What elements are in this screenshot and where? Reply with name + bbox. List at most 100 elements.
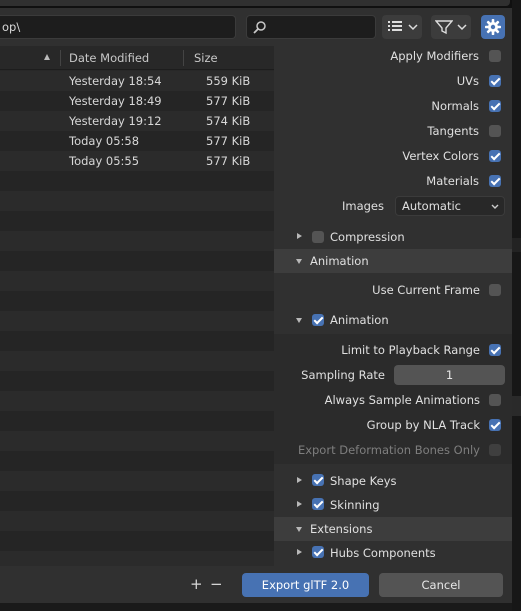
decrement-button[interactable]: − [210, 575, 223, 593]
file-date: Yesterday 18:54 [69, 74, 162, 88]
empty-row [0, 171, 274, 191]
empty-row [0, 211, 274, 231]
increment-button[interactable]: + [190, 575, 203, 593]
vertex-colors-label: Vertex Colors [402, 149, 479, 163]
expand-arrow-icon[interactable] [297, 233, 302, 239]
column-divider[interactable] [60, 50, 61, 66]
animation-label: Animation [330, 313, 389, 327]
file-size: 577 KiB [206, 94, 251, 108]
file-date: Yesterday 18:49 [69, 94, 162, 108]
compression-label: Compression [330, 230, 405, 244]
shape-keys-label: Shape Keys [330, 474, 397, 488]
export-gltf-button[interactable]: Export glTF 2.0 [242, 573, 369, 597]
collapse-arrow-icon[interactable] [296, 318, 302, 323]
table-row[interactable]: Yesterday 18:49 577 KiB [0, 91, 274, 111]
expand-arrow-icon[interactable] [297, 501, 302, 507]
sampling-rate-label: Sampling Rate [301, 368, 385, 382]
table-row[interactable]: Yesterday 18:54 559 KiB [0, 71, 274, 91]
group-nla-label: Group by NLA Track [366, 418, 480, 432]
search-input[interactable] [246, 15, 376, 39]
file-size: 577 KiB [206, 134, 251, 148]
images-label: Images [341, 199, 384, 213]
compression-checkbox[interactable] [312, 231, 324, 243]
side-artifact [511, 238, 521, 252]
empty-row [0, 371, 274, 391]
file-browser-footer: + − Export glTF 2.0 Cancel [0, 566, 512, 603]
materials-label: Materials [426, 174, 479, 188]
apply-modifiers-checkbox[interactable] [489, 50, 501, 62]
directory-path-field[interactable]: op\ [0, 15, 236, 39]
table-row[interactable]: Yesterday 19:12 574 KiB [0, 111, 274, 131]
use-current-frame-label: Use Current Frame [372, 283, 480, 297]
empty-row [0, 251, 274, 271]
tangents-checkbox[interactable] [489, 125, 501, 137]
export-deform-checkbox [489, 444, 501, 456]
uvs-label: UVs [456, 74, 479, 88]
cancel-button[interactable]: Cancel [379, 573, 503, 597]
skinning-checkbox[interactable] [312, 498, 324, 510]
empty-row [0, 311, 274, 331]
chevron-down-icon [457, 24, 467, 31]
empty-row [0, 351, 274, 371]
empty-row [0, 491, 274, 511]
column-date-modified[interactable]: Date Modified [69, 51, 149, 65]
animation-checkbox[interactable] [312, 314, 324, 326]
file-rows: Yesterday 18:54 559 KiB Yesterday 18:49 57… [0, 71, 274, 566]
file-size: 559 KiB [206, 74, 251, 88]
empty-row [0, 291, 274, 311]
always-sample-checkbox[interactable] [489, 394, 501, 406]
empty-row [0, 531, 274, 551]
sampling-rate-field[interactable]: 1 [394, 365, 505, 385]
empty-row [0, 451, 274, 471]
table-row[interactable]: Today 05:55 577 KiB [0, 151, 274, 171]
hubs-components-checkbox[interactable] [312, 546, 324, 558]
vertex-colors-checkbox[interactable] [489, 150, 501, 162]
window-bottom-strip [0, 603, 512, 611]
empty-row [0, 391, 274, 411]
use-current-frame-checkbox[interactable] [489, 284, 501, 296]
filter-funnel-icon [435, 20, 453, 35]
collapse-arrow-icon [296, 259, 302, 264]
chevron-down-icon [491, 204, 499, 209]
apply-modifiers-label: Apply Modifiers [390, 49, 479, 63]
chevron-down-icon [408, 24, 418, 31]
empty-row [0, 471, 274, 491]
always-sample-label: Always Sample Animations [324, 393, 480, 407]
sort-ascending-icon[interactable] [44, 54, 50, 60]
normals-checkbox[interactable] [489, 100, 501, 112]
extensions-section-header[interactable]: Extensions [274, 517, 512, 541]
window-right-edge [512, 0, 521, 611]
column-size[interactable]: Size [194, 51, 218, 65]
empty-row [0, 511, 274, 531]
animation-section-title: Animation [310, 254, 369, 268]
settings-toggle-button[interactable] [481, 15, 505, 39]
limit-playback-label: Limit to Playback Range [341, 343, 480, 357]
empty-row [0, 431, 274, 451]
file-list-header: Date Modified Size [0, 46, 274, 70]
empty-row [0, 191, 274, 211]
column-divider[interactable] [183, 50, 184, 66]
file-date: Yesterday 19:12 [69, 114, 162, 128]
file-list[interactable]: Date Modified Size Yesterday 18:54 559 Ki… [0, 46, 274, 566]
file-size: 577 KiB [206, 154, 251, 168]
animation-section-header[interactable]: Animation [274, 249, 512, 273]
empty-row [0, 231, 274, 251]
tangents-label: Tangents [427, 124, 479, 138]
images-dropdown[interactable]: Automatic [395, 196, 505, 216]
shape-keys-checkbox[interactable] [312, 474, 324, 486]
file-size: 574 KiB [206, 114, 251, 128]
filter-button[interactable] [431, 15, 471, 39]
table-row[interactable]: Today 05:58 577 KiB [0, 131, 274, 151]
materials-checkbox[interactable] [489, 175, 501, 187]
display-mode-button[interactable] [382, 15, 422, 39]
images-dropdown-value: Automatic [402, 199, 461, 213]
file-browser-header: op\ [0, 8, 512, 46]
hubs-components-label: Hubs Components [330, 546, 436, 560]
group-nla-checkbox[interactable] [489, 419, 501, 431]
expand-arrow-icon[interactable] [297, 549, 302, 555]
expand-arrow-icon[interactable] [297, 477, 302, 483]
collapse-arrow-icon [296, 527, 302, 532]
file-date: Today 05:55 [69, 154, 140, 168]
limit-playback-checkbox[interactable] [489, 344, 501, 356]
uvs-checkbox[interactable] [489, 75, 501, 87]
